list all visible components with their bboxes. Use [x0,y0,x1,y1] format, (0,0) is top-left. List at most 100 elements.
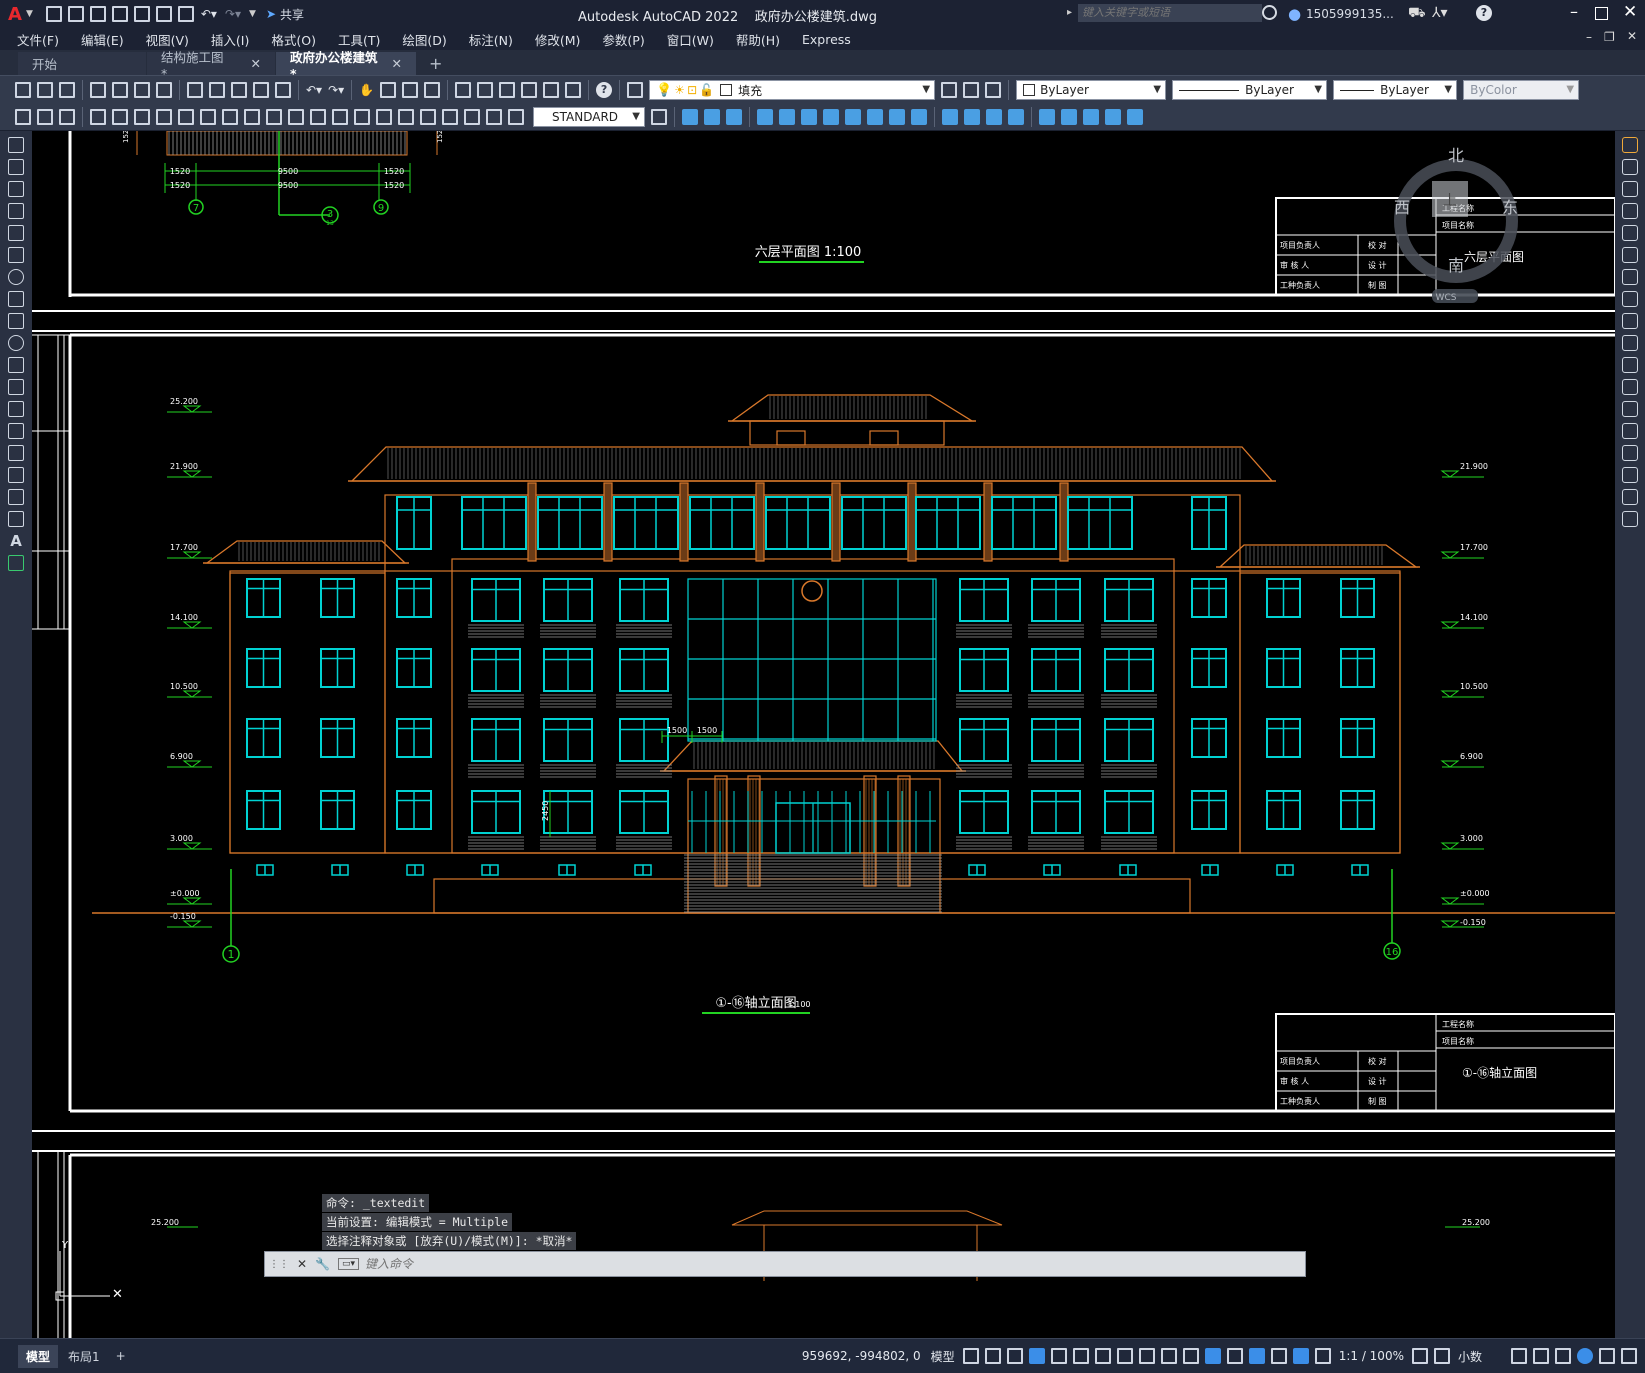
lock-ui-icon[interactable] [1533,1348,1549,1364]
redo-icon[interactable]: ↷▾ [225,7,241,21]
design-center-icon[interactable] [477,82,494,98]
viewcube-east[interactable]: 东 [1502,198,1518,217]
annotation-scale[interactable]: 1:1 / 100% [1339,1349,1404,1363]
customize-qat-icon[interactable]: ▼ [249,9,256,19]
menu-express[interactable]: Express [802,32,851,47]
menu-dimension[interactable]: 标注(N) [469,30,513,49]
hardware-acceleration-icon[interactable] [1577,1348,1593,1364]
help-icon[interactable]: ? [596,82,613,98]
ucs-face-icon[interactable] [1083,108,1099,125]
ortho-icon[interactable] [1028,1348,1045,1364]
undo-icon[interactable]: ↶▾ [201,7,217,21]
construction-line-icon[interactable] [8,159,24,175]
join-icon[interactable] [1622,423,1638,439]
osnap-icon[interactable] [1116,1348,1133,1364]
3d-print-icon[interactable] [156,82,172,98]
new-tab-button[interactable]: + [417,52,454,75]
print-icon[interactable] [90,82,106,98]
save-web-icon[interactable] [155,6,172,22]
publish-icon[interactable] [134,82,150,98]
calculator-icon[interactable] [565,82,582,98]
properties-icon[interactable] [455,82,472,98]
rotate-icon[interactable] [1622,269,1638,285]
break-at-point-icon[interactable] [1622,379,1638,395]
quick-properties-icon[interactable] [1511,1348,1527,1364]
ellipse-arc-icon[interactable] [8,357,24,373]
menu-help[interactable]: 帮助(H) [736,30,780,49]
plot-icon[interactable] [177,6,194,22]
help-icon[interactable]: ? [1476,5,1492,21]
selection-filter-icon[interactable] [1248,1348,1265,1364]
tab-close-icon[interactable]: ✕ [392,56,402,71]
user-name[interactable]: 1505999135... [1306,7,1394,21]
menu-modify[interactable]: 修改(M) [535,30,581,49]
layout-tab-model[interactable]: 模型 [18,1344,59,1368]
zoom-previous-icon[interactable] [424,82,441,98]
interfere-icon[interactable] [889,108,905,125]
transparency-icon[interactable] [1160,1348,1177,1364]
app-menu-chevron-icon[interactable]: ▼ [26,9,33,19]
viewcube-west[interactable]: 西 [1394,198,1410,217]
doc-minimize-icon[interactable]: – [1586,30,1592,44]
region-icon[interactable] [8,489,24,505]
dim-break-icon[interactable] [354,108,370,125]
move-icon[interactable] [1622,247,1638,263]
layer-previous-icon[interactable] [963,82,980,98]
polyline-icon[interactable] [8,181,24,197]
3d-rotate-icon[interactable] [779,108,795,125]
menu-parametric[interactable]: 参数(P) [602,30,644,49]
3d-wedge-icon[interactable] [704,108,720,125]
selection-cycling-icon[interactable] [1182,1348,1199,1364]
block-editor-icon[interactable] [275,82,291,98]
hatch-icon[interactable] [8,445,24,461]
save-as-icon[interactable] [111,6,128,22]
dim-jogged-icon[interactable] [200,108,216,125]
plotstyle-combo[interactable]: ByColor ▼ [1463,80,1580,100]
circle-icon[interactable] [8,269,24,285]
close-icon[interactable]: ✕ [1623,2,1637,22]
dim-edit-icon[interactable] [464,108,480,125]
cart-icon[interactable]: ⛟ [1408,5,1426,23]
annotation-monitor-icon[interactable] [1433,1348,1450,1364]
center-mark-icon[interactable] [398,108,414,125]
cut-icon[interactable] [187,82,203,98]
grid-icon[interactable] [962,1348,979,1364]
dim-update-icon[interactable] [508,108,524,125]
table-icon[interactable] [15,108,31,125]
model-space-toggle[interactable]: 模型 [931,1348,955,1365]
undo-icon[interactable]: ↶▾ [306,83,322,97]
polar-icon[interactable] [1050,1348,1067,1364]
snap-icon[interactable] [984,1348,1001,1364]
subtract-icon[interactable] [964,108,980,125]
share-button[interactable]: 共享 [280,6,304,23]
print-preview-icon[interactable] [112,82,128,98]
intersect-icon[interactable] [986,108,1002,125]
open-web-icon[interactable] [133,6,150,22]
textstyle-combo[interactable]: STANDARD ▼ [533,106,645,127]
add-layout-button[interactable]: + [110,1346,132,1366]
slice-icon[interactable] [867,108,883,125]
auto-scale-icon[interactable] [1314,1348,1331,1364]
erase-icon[interactable] [1622,137,1638,153]
lineweight-icon[interactable] [1138,1348,1155,1364]
pan-icon[interactable]: ✋ [359,83,374,97]
copy-object-icon[interactable] [1622,159,1638,175]
3d-align-icon[interactable] [801,108,817,125]
copy-icon[interactable] [209,82,225,98]
extract-edges-icon[interactable] [911,108,927,125]
spline-icon[interactable] [8,313,24,329]
drawing-canvas[interactable]: 1520 9500 1520 1520 9500 1520 1520 1520 … [32,131,1615,1338]
isodraft-icon[interactable] [1072,1348,1089,1364]
dim-aligned-icon[interactable] [112,108,128,125]
dynamic-ucs-icon[interactable] [1226,1348,1243,1364]
ucs-world-icon[interactable] [1061,108,1077,125]
customize-icon[interactable]: 🔧 [315,1257,330,1271]
workspace-gear-icon[interactable] [1411,1348,1428,1364]
jogged-linear-icon[interactable] [442,108,458,125]
search-expand-icon[interactable]: ▸ [1067,7,1072,18]
blend-curves-icon[interactable] [1622,489,1638,505]
dim-radius-icon[interactable] [178,108,194,125]
dim-text-edit-icon[interactable] [486,108,502,125]
search-icon[interactable] [1262,5,1277,20]
paste-icon[interactable] [231,82,247,98]
